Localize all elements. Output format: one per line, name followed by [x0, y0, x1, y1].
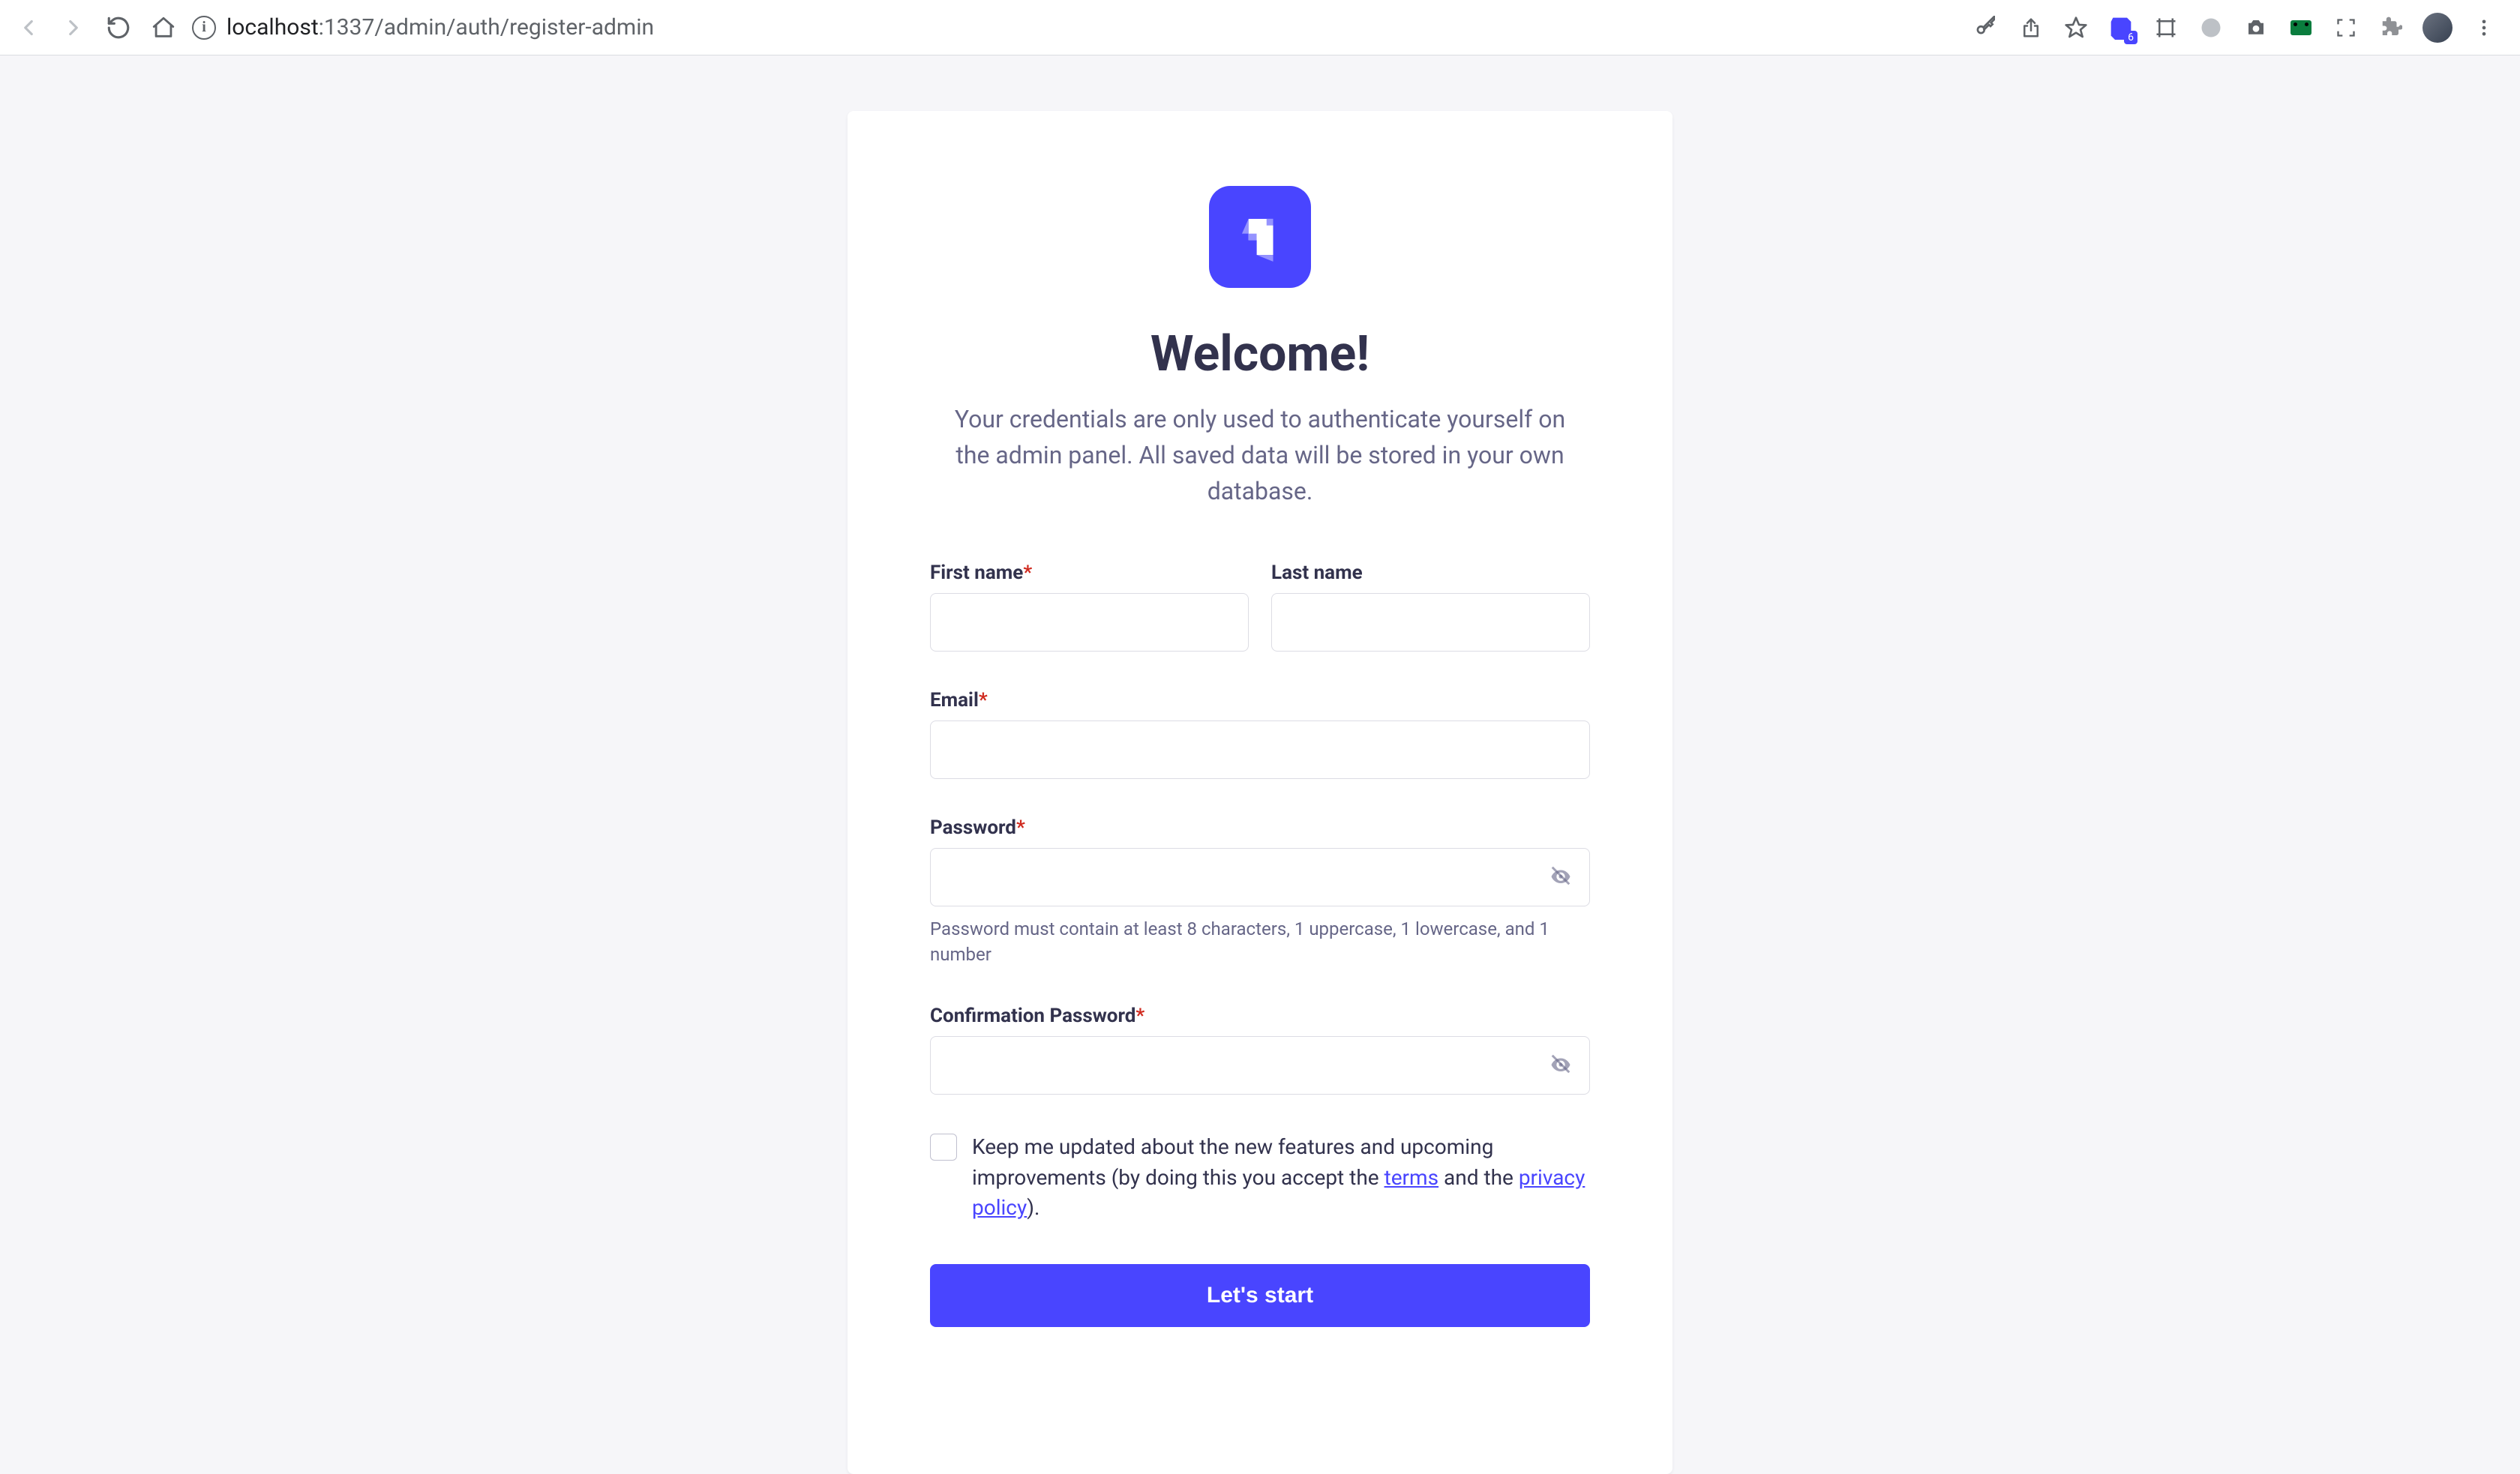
password-input-wrap [930, 848, 1590, 906]
profile-avatar[interactable] [2422, 13, 2452, 43]
extension-strapi-icon[interactable]: 6 [2108, 14, 2134, 41]
page-background: Welcome! Your credentials are only used … [0, 55, 2520, 1474]
bookmark-star-icon[interactable] [2062, 14, 2090, 41]
email-label: Email* [930, 689, 1590, 712]
menu-kebab-icon[interactable] [2470, 14, 2498, 41]
first-name-group: First name* [930, 562, 1249, 652]
last-name-label: Last name [1271, 562, 1590, 584]
crop-icon[interactable] [2152, 14, 2180, 41]
name-row: First name* Last name [930, 562, 1590, 652]
extension-green-icon[interactable] [2288, 14, 2314, 41]
submit-button[interactable]: Let's start [930, 1264, 1590, 1327]
required-mark: * [1016, 816, 1025, 839]
address-bar[interactable]: i localhost:1337/admin/auth/register-adm… [192, 14, 1958, 40]
extensions-puzzle-icon[interactable] [2378, 14, 2404, 41]
email-input[interactable] [930, 721, 1590, 779]
confirm-row: Confirmation Password* [930, 1005, 1590, 1095]
password-input[interactable] [930, 848, 1590, 906]
password-group: Password* Password must contain at least… [930, 816, 1590, 967]
url-path: :1337/admin/auth/register-admin [319, 14, 654, 40]
last-name-group: Last name [1271, 562, 1590, 652]
url-text: localhost:1337/admin/auth/register-admin [226, 14, 654, 40]
required-mark: * [979, 689, 988, 712]
first-name-label: First name* [930, 562, 1249, 584]
password-hint: Password must contain at least 8 charact… [930, 917, 1590, 967]
email-group: Email* [930, 689, 1590, 779]
page-title: Welcome! [930, 325, 1590, 383]
share-icon[interactable] [2018, 14, 2044, 41]
nav-buttons [15, 14, 177, 41]
terms-link[interactable]: terms [1384, 1165, 1439, 1190]
news-checkbox[interactable] [930, 1134, 957, 1161]
extension-gray-icon[interactable] [2198, 14, 2224, 41]
back-button[interactable] [15, 14, 42, 41]
fullscreen-icon[interactable] [2332, 14, 2360, 41]
confirm-password-label: Confirmation Password* [930, 1005, 1590, 1027]
browser-toolbar: i localhost:1337/admin/auth/register-adm… [0, 0, 2520, 55]
toggle-confirm-visibility-icon[interactable] [1550, 1053, 1572, 1078]
register-card: Welcome! Your credentials are only used … [848, 111, 1672, 1474]
camera-icon[interactable] [2242, 14, 2270, 41]
forward-button[interactable] [60, 14, 87, 41]
confirm-password-input[interactable] [930, 1036, 1590, 1095]
extension-badge: 6 [2124, 31, 2138, 44]
page-subtitle: Your credentials are only used to authen… [930, 401, 1590, 509]
required-mark: * [1136, 1005, 1144, 1027]
confirm-input-wrap [930, 1036, 1590, 1095]
toggle-password-visibility-icon[interactable] [1550, 864, 1572, 890]
toolbar-right: 6 [1972, 13, 2505, 43]
strapi-logo-icon [1209, 186, 1311, 288]
first-name-input[interactable] [930, 593, 1249, 652]
last-name-input[interactable] [1271, 593, 1590, 652]
news-checkbox-label: Keep me updated about the new features a… [972, 1132, 1590, 1224]
password-row: Password* Password must contain at least… [930, 816, 1590, 967]
email-row: Email* [930, 689, 1590, 779]
required-mark: * [1023, 562, 1032, 584]
site-info-icon[interactable]: i [192, 16, 216, 40]
news-checkbox-row: Keep me updated about the new features a… [930, 1132, 1590, 1224]
key-icon[interactable] [1972, 14, 2000, 41]
logo-container [930, 186, 1590, 288]
url-host: localhost [226, 14, 319, 40]
confirm-password-group: Confirmation Password* [930, 1005, 1590, 1095]
reload-button[interactable] [105, 14, 132, 41]
home-button[interactable] [150, 14, 177, 41]
password-label: Password* [930, 816, 1590, 839]
